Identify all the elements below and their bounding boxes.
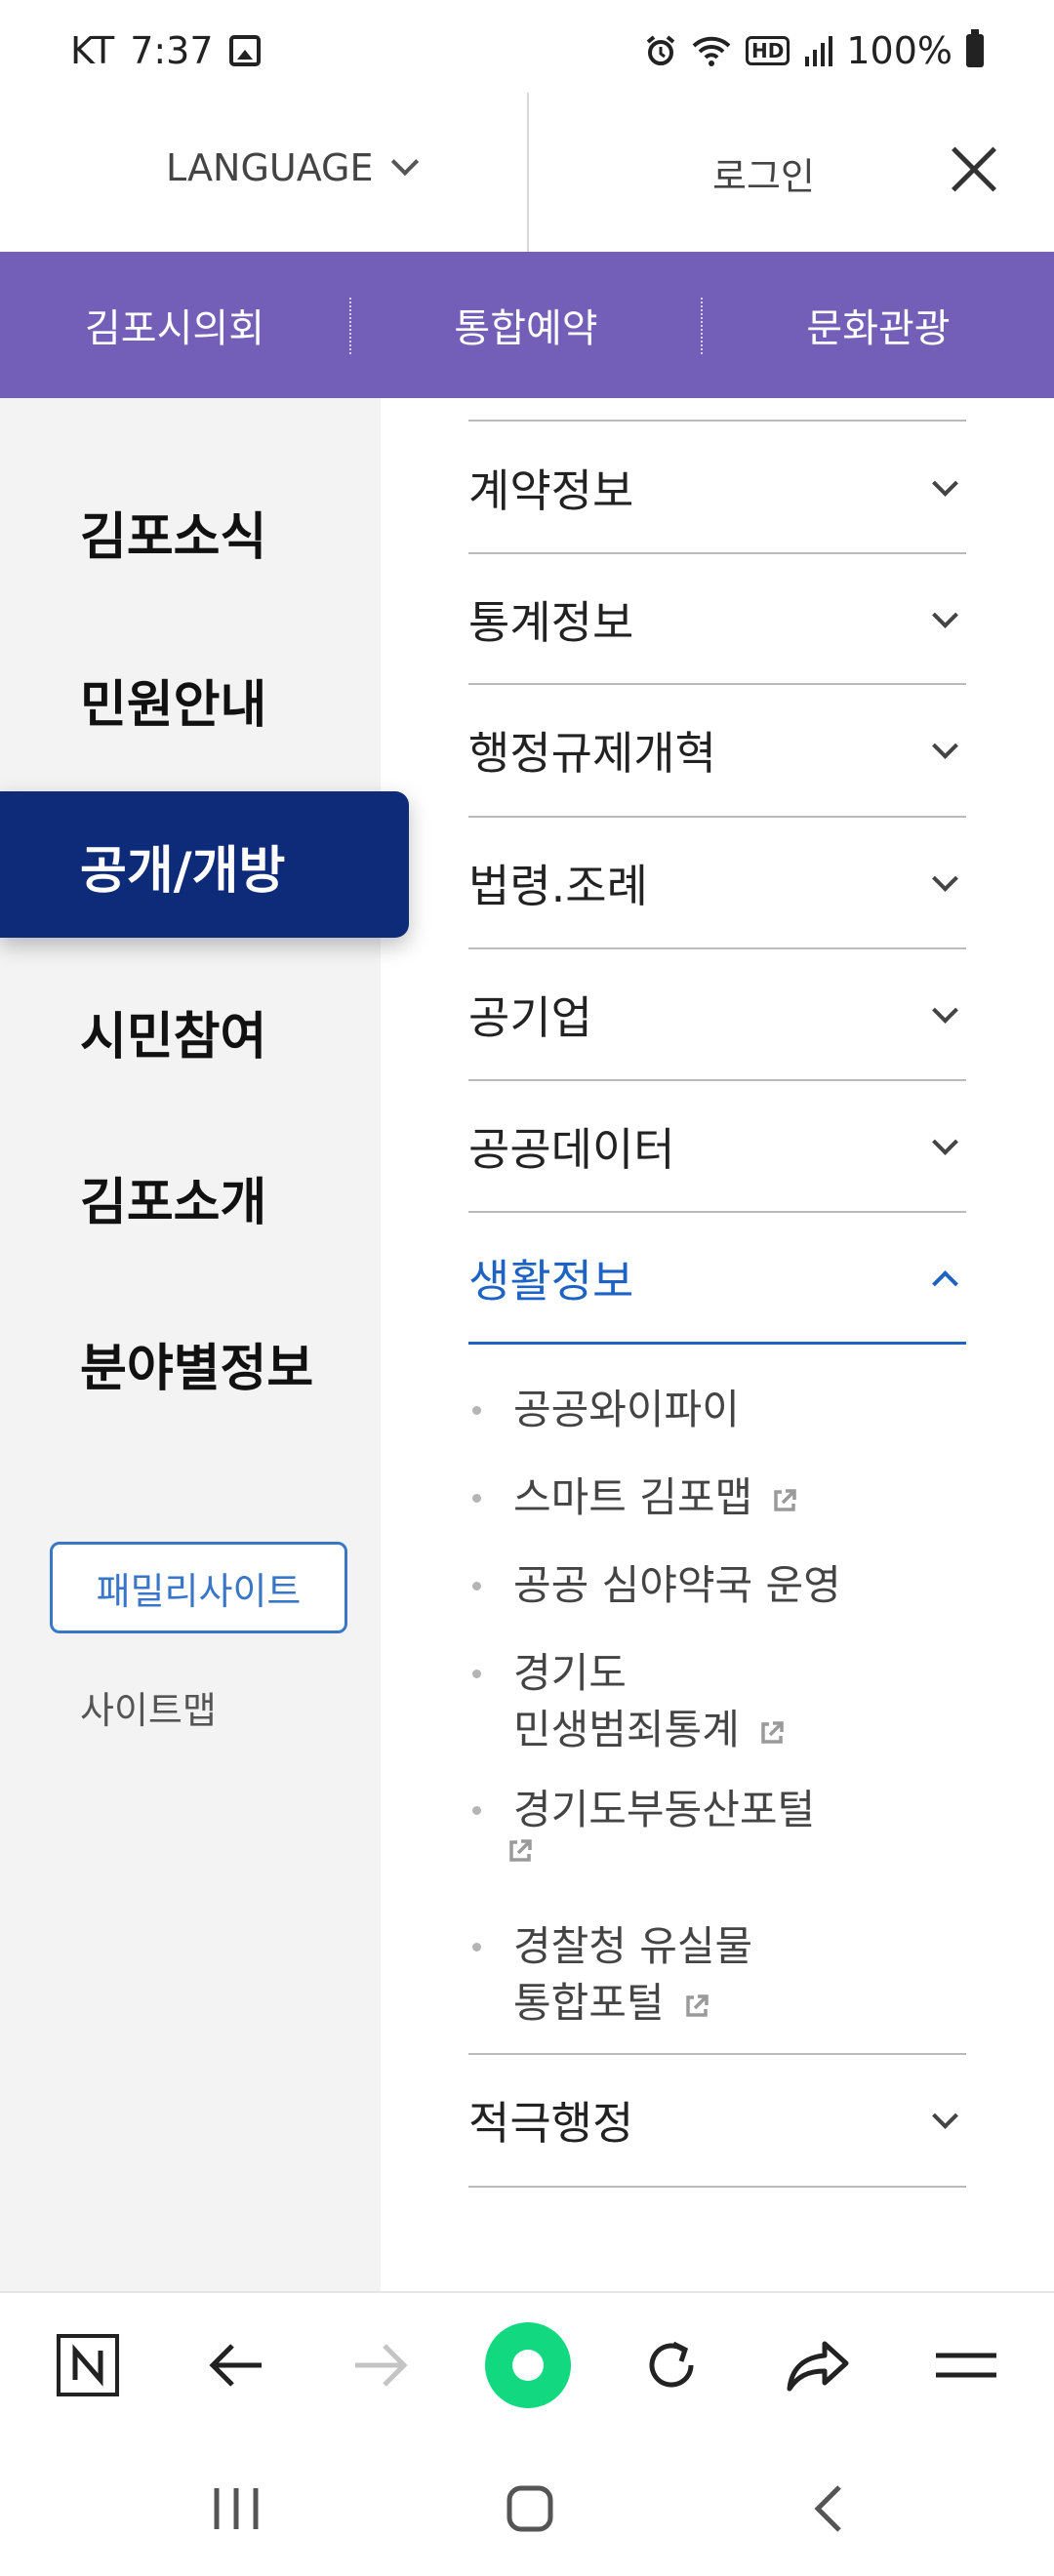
external-link-icon (685, 1993, 709, 2017)
login-button[interactable]: 로그인 (712, 146, 815, 200)
menu-item-regulation[interactable]: 행정규제개혁 (468, 685, 966, 816)
bullet (472, 1806, 481, 1815)
recent-apps-icon[interactable] (207, 2484, 265, 2537)
submenu-label: 스마트 김포맵 (513, 1473, 753, 1521)
wifi-icon (692, 36, 731, 66)
submenu-item-lost-found[interactable]: 경찰청 유실물 통합포털 (468, 1912, 966, 2039)
chevron-down-icon (390, 147, 419, 177)
chevron-down-icon (932, 601, 958, 628)
menu-item-label: 적극행정 (468, 2097, 634, 2150)
image-icon (228, 35, 261, 66)
quick-link-reservation[interactable]: 통합예약 (351, 252, 701, 398)
language-selector[interactable]: LANGUAGE (166, 146, 419, 189)
battery-icon (966, 29, 984, 67)
submenu-label: 공공 심야약국 운영 (513, 1561, 841, 1609)
submenu-item-real-estate[interactable]: 경기도부동산포털 (468, 1776, 966, 1903)
signal-icon (805, 36, 833, 66)
nav-item-participation[interactable]: 시민참여 (80, 995, 266, 1068)
menu-item-public-data[interactable]: 공공데이터 (468, 1081, 966, 1212)
quick-link-culture[interactable]: 문화관광 (703, 252, 1054, 398)
bullet (472, 1582, 481, 1590)
chevron-down-icon (932, 1128, 958, 1155)
menu-divider (468, 2186, 966, 2188)
submenu-item-night-pharmacy[interactable]: 공공 심야약국 운영 (468, 1551, 966, 1620)
nav-item-open[interactable]: 공개/개방 (80, 829, 285, 903)
menu-item-label: 행정규제개혁 (468, 727, 716, 780)
menu-item-label: 생활정보 (468, 1255, 634, 1308)
submenu-item-wifi[interactable]: 공공와이파이 (468, 1376, 966, 1444)
menu-item-proactive-admin[interactable]: 적극행정 (468, 2055, 966, 2186)
external-link-icon (761, 1720, 784, 1744)
close-icon[interactable] (949, 144, 999, 195)
submenu-label-wrap: 스마트 김포맵 (513, 1469, 797, 1526)
forward-arrow-icon[interactable] (345, 2330, 416, 2400)
family-site-button[interactable]: 패밀리사이트 (50, 1542, 347, 1633)
menu-item-ordinance[interactable]: 법령.조례 (468, 818, 966, 948)
status-right: HD 100% (644, 29, 984, 72)
hd-icon: HD (746, 36, 790, 65)
menu-item-living-info[interactable]: 생활정보 (468, 1213, 966, 1344)
menu-divider (468, 420, 966, 422)
bullet (472, 1943, 481, 1952)
clock: 7:37 (130, 29, 214, 72)
bullet (472, 1670, 481, 1678)
external-link-icon (509, 1839, 532, 1862)
submenu-label-line2: 민생범죄통계 (513, 1706, 740, 1753)
submenu-label-line2: 통합포털 (513, 1979, 665, 2027)
submenu-item-crime-stats[interactable]: 경기도 민생범죄통계 (468, 1639, 966, 1766)
menu-divider-active (468, 1342, 966, 1345)
external-link-icon (774, 1488, 796, 1511)
chevron-down-icon (932, 865, 958, 892)
home-icon[interactable] (506, 2484, 554, 2537)
menu-item-label: 법령.조례 (468, 860, 648, 912)
menu-item-label: 계약정보 (468, 464, 634, 517)
menu-item-label: 공기업 (468, 991, 592, 1044)
submenu-label-wrap: 민생범죄통계 (513, 1702, 785, 1758)
bullet (472, 1406, 481, 1415)
submenu-label-line1: 경기도 (513, 1649, 627, 1697)
menu-item-label: 공공데이터 (468, 1123, 675, 1176)
quick-link-council[interactable]: 김포시의회 (0, 252, 349, 398)
status-left: KT 7:37 (70, 29, 261, 72)
language-label: LANGUAGE (166, 146, 374, 189)
chevron-down-icon (932, 469, 958, 497)
menu-item-public-enterprise[interactable]: 공기업 (468, 949, 966, 1080)
naver-icon[interactable] (53, 2330, 123, 2400)
nav-item-civil[interactable]: 민원안내 (80, 664, 266, 737)
back-arrow-icon[interactable] (201, 2330, 271, 2400)
whale-home-icon[interactable] (485, 2322, 571, 2408)
nav-item-intro[interactable]: 김포소개 (80, 1161, 266, 1234)
submenu-label: 경기도부동산포털 (513, 1786, 816, 1833)
menu-icon[interactable] (931, 2330, 1001, 2400)
chevron-down-icon (932, 732, 958, 759)
menu-item-contract[interactable]: 계약정보 (468, 423, 966, 553)
chevron-down-icon (932, 996, 958, 1024)
chevron-up-icon (932, 1269, 958, 1297)
battery-percent: 100% (846, 29, 953, 72)
submenu-label-line1: 경찰청 유실물 (513, 1922, 753, 1970)
whale-home-dot (512, 2350, 544, 2381)
back-icon[interactable] (810, 2484, 849, 2537)
carrier: KT (70, 29, 115, 72)
nav-item-news[interactable]: 김포소식 (80, 496, 266, 569)
menu-item-statistics[interactable]: 통계정보 (468, 554, 966, 685)
menu-item-label: 통계정보 (468, 596, 634, 649)
bullet (472, 1494, 481, 1503)
submenu-label: 공공와이파이 (513, 1386, 740, 1433)
header-divider (527, 93, 529, 252)
submenu-label-wrap: 통합포털 (513, 1975, 709, 2032)
alarm-icon (646, 35, 675, 65)
chevron-down-icon (932, 2102, 958, 2129)
submenu-item-smart-map[interactable]: 스마트 김포맵 (468, 1464, 966, 1532)
sitemap-link[interactable]: 사이트맵 (80, 1680, 217, 1734)
nav-item-fields[interactable]: 분야별정보 (80, 1327, 313, 1400)
refresh-icon[interactable] (636, 2330, 707, 2400)
share-icon[interactable] (783, 2330, 853, 2400)
